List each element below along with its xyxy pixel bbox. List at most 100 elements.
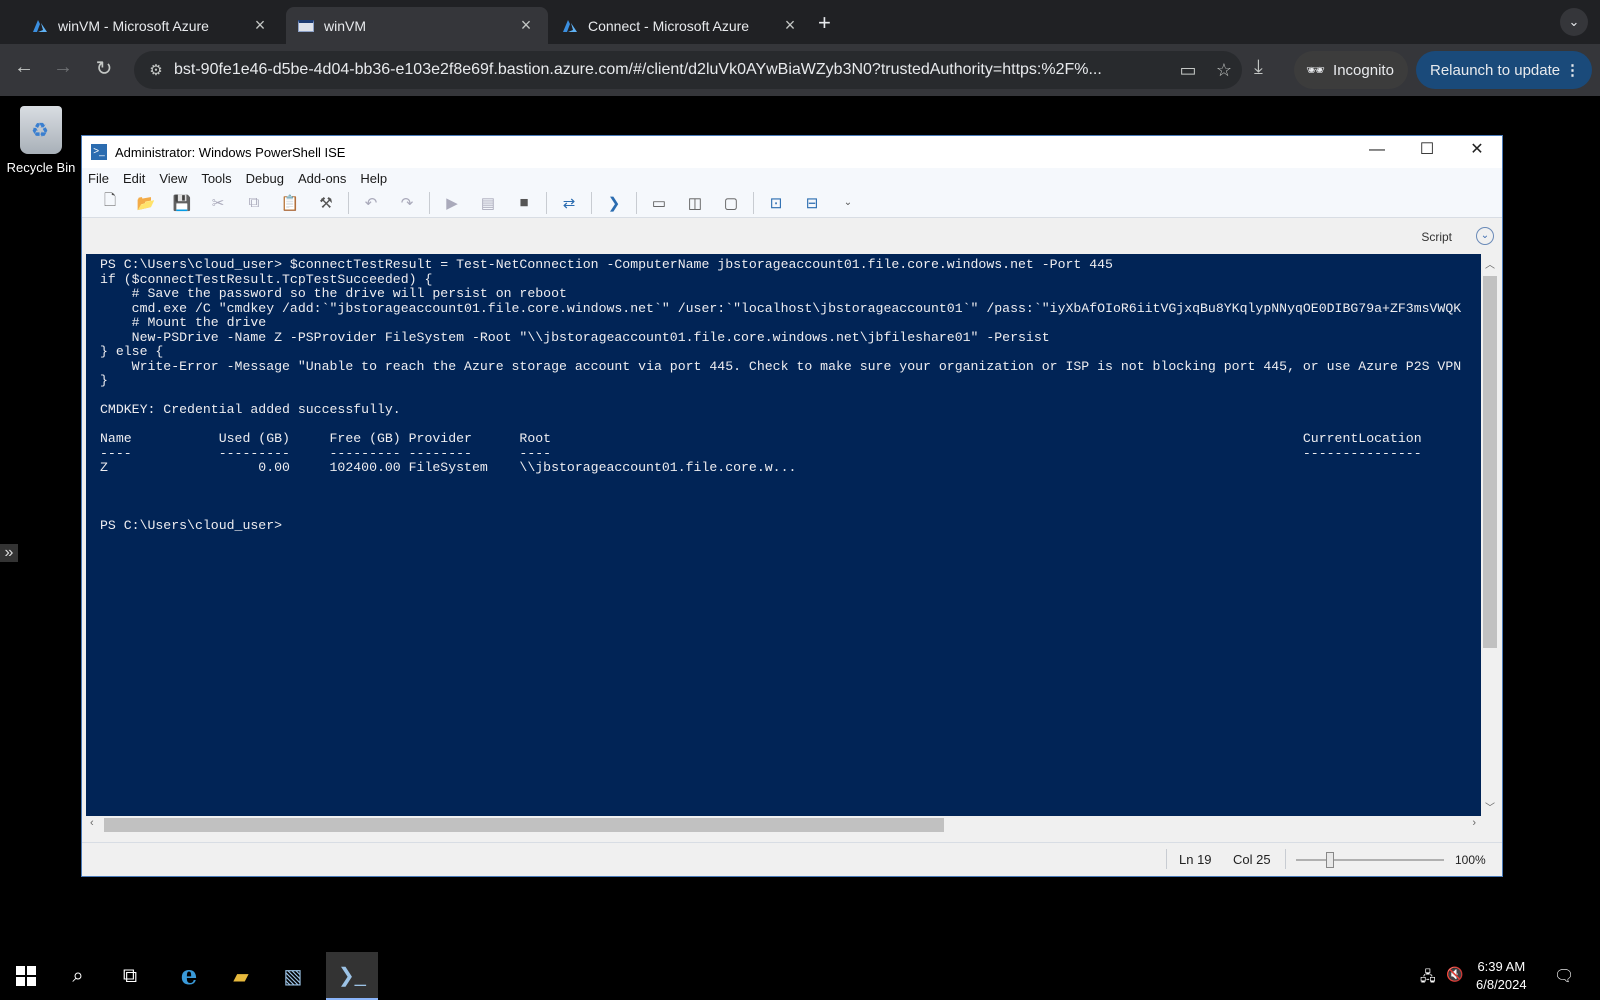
console-output[interactable]: PS C:\Users\cloud_user> $connectTestResu…	[86, 254, 1482, 534]
menu-file[interactable]: File	[88, 171, 109, 186]
menu-help[interactable]: Help	[360, 171, 387, 186]
zoom-slider[interactable]	[1296, 859, 1444, 861]
status-divider	[1166, 849, 1167, 869]
notifications-icon[interactable]: 🗨	[1554, 966, 1574, 986]
script-pane-maximized-icon[interactable]: ▢	[713, 194, 749, 212]
scroll-left-icon[interactable]: ‹	[90, 817, 94, 829]
incognito-indicator[interactable]: 🕶 Incognito	[1294, 51, 1408, 89]
script-pane-top-icon[interactable]: ▭	[641, 194, 677, 212]
column-number: Col 25	[1233, 852, 1271, 867]
internet-explorer-icon[interactable]: e	[163, 952, 215, 1000]
clock-date: 6/8/2024	[1476, 977, 1527, 992]
show-script-pane-icon[interactable]: ⊡	[758, 194, 794, 212]
clock[interactable]: 6:39 AM 6/8/2024	[1476, 958, 1527, 994]
close-icon[interactable]: ×	[780, 15, 800, 36]
close-icon[interactable]: ×	[516, 15, 536, 36]
scroll-down-icon[interactable]: ﹀	[1481, 799, 1499, 814]
file-explorer-icon[interactable]: ▰	[215, 952, 267, 1000]
url-text[interactable]: bst-90fe1e46-d5be-4d04-bb36-e103e2f8e69f…	[174, 61, 1170, 79]
incognito-icon: 🕶	[1306, 62, 1326, 79]
redo-icon[interactable]: ↷	[389, 194, 425, 212]
zoom-slider-thumb[interactable]	[1326, 852, 1334, 868]
script-label: Script	[1421, 230, 1452, 244]
cut-icon[interactable]: ✂	[200, 194, 236, 212]
save-icon[interactable]: 💾	[164, 194, 200, 212]
menu-edit[interactable]: Edit	[123, 171, 145, 186]
server-manager-icon[interactable]: ▧	[267, 952, 319, 1000]
clear-console-icon[interactable]: ⚒	[308, 194, 344, 212]
browser-tab-bar: winVM - Microsoft Azure × winVM × Connec…	[0, 0, 1600, 44]
toolbar-divider	[348, 191, 349, 214]
clipboard-icon[interactable]: ▭	[1170, 60, 1206, 81]
remote-tab-icon[interactable]: ⇄	[551, 194, 587, 212]
open-folder-icon[interactable]: 📂	[128, 194, 164, 212]
scroll-thumb[interactable]	[104, 818, 944, 832]
bookmark-star-icon[interactable]: ☆	[1206, 60, 1242, 81]
scroll-up-icon[interactable]: ︿	[1481, 256, 1499, 271]
toolbar-divider	[636, 191, 637, 214]
bastion-sidebar-toggle-icon[interactable]: »	[0, 544, 18, 562]
chevron-down-icon[interactable]: ⌄	[1476, 227, 1494, 245]
back-arrow-icon[interactable]: ←	[10, 56, 38, 79]
vm-icon	[298, 19, 314, 32]
run-script-icon[interactable]: ▶	[434, 194, 470, 212]
powershell-icon: >_	[91, 144, 107, 160]
relaunch-label: Relaunch to update	[1430, 61, 1561, 79]
toolbar-divider	[591, 191, 592, 214]
site-info-icon[interactable]: ⚙	[138, 61, 174, 79]
task-view-icon[interactable]: ⧉	[104, 952, 156, 1000]
windows-logo-icon	[16, 966, 36, 986]
ise-toolbar: 🗋 📂 💾 ✂ ⧉ 📋 ⚒ ↶ ↷ ▶ ▤ ■ ⇄ ❯ ▭ ◫ ▢ ⊡ ⊟ ⌄	[82, 188, 1502, 218]
network-icon[interactable]: 🖧	[1420, 966, 1436, 990]
horizontal-scrollbar[interactable]: ‹ ›	[86, 816, 1482, 834]
new-tab-button[interactable]: +	[818, 10, 831, 36]
run-selection-icon[interactable]: ▤	[470, 194, 506, 212]
powershell-ise-taskbar-icon[interactable]: ❯_	[326, 952, 378, 1000]
menu-view[interactable]: View	[159, 171, 187, 186]
script-pane-right-icon[interactable]: ◫	[677, 194, 713, 212]
reload-icon[interactable]: ↻	[90, 56, 118, 81]
copy-icon[interactable]: ⧉	[236, 194, 272, 211]
powershell-console-icon[interactable]: ❯	[596, 194, 632, 212]
close-icon[interactable]: ✕	[1452, 136, 1502, 166]
toolbar-divider	[429, 191, 430, 214]
recycle-bin-shortcut[interactable]: Recycle Bin	[6, 106, 76, 175]
minimize-icon[interactable]: —	[1352, 136, 1402, 166]
ise-title-bar[interactable]: >_ Administrator: Windows PowerShell ISE…	[82, 136, 1502, 168]
show-commands-icon[interactable]: ⊟	[794, 194, 830, 212]
tab-search-button[interactable]: ⌄	[1560, 8, 1588, 36]
paste-icon[interactable]: 📋	[272, 194, 308, 212]
vertical-scrollbar[interactable]: ︿ ﹀	[1481, 254, 1499, 816]
windows-taskbar: ⌕ ⧉ e ▰ ▧ ❯_ 🖧 🔇 6:39 AM 6/8/2024 🗨	[0, 952, 1600, 1000]
new-file-icon[interactable]: 🗋	[92, 190, 128, 215]
relaunch-button[interactable]: Relaunch to update ⋮	[1416, 51, 1592, 89]
console-pane[interactable]: PS C:\Users\cloud_user> $connectTestResu…	[86, 254, 1482, 816]
close-icon[interactable]: ×	[250, 15, 270, 36]
clock-time: 6:39 AM	[1477, 959, 1526, 974]
volume-muted-icon[interactable]: 🔇	[1446, 966, 1463, 983]
forward-arrow-icon[interactable]: →	[49, 56, 77, 79]
incognito-label: Incognito	[1333, 61, 1394, 79]
download-icon[interactable]: ⤓	[1254, 56, 1263, 79]
menu-add-ons[interactable]: Add-ons	[298, 171, 346, 186]
undo-icon[interactable]: ↶	[353, 194, 389, 212]
zoom-level: 100%	[1455, 853, 1486, 867]
tab-winvm[interactable]: winVM ×	[286, 7, 548, 44]
browser-toolbar: ← → ↻ ⚙ bst-90fe1e46-d5be-4d04-bb36-e103…	[0, 44, 1600, 96]
tab-winvm-azure[interactable]: winVM - Microsoft Azure ×	[20, 7, 282, 44]
toolbar-divider	[753, 191, 754, 214]
more-menu-icon[interactable]: ⋮	[1565, 61, 1580, 79]
address-bar[interactable]: ⚙ bst-90fe1e46-d5be-4d04-bb36-e103e2f8e6…	[134, 51, 1242, 89]
menu-tools[interactable]: Tools	[201, 171, 231, 186]
scroll-right-icon[interactable]: ›	[1472, 817, 1476, 829]
start-button[interactable]	[0, 952, 52, 1000]
tab-connect-azure[interactable]: Connect - Microsoft Azure ×	[550, 7, 812, 44]
stop-icon[interactable]: ■	[506, 194, 542, 211]
menu-debug[interactable]: Debug	[246, 171, 284, 186]
scroll-thumb[interactable]	[1483, 276, 1497, 648]
search-icon[interactable]: ⌕	[52, 952, 104, 1000]
maximize-icon[interactable]: ☐	[1402, 136, 1452, 166]
recycle-bin-label: Recycle Bin	[6, 160, 76, 175]
toolbar-overflow-icon[interactable]: ⌄	[830, 197, 866, 208]
status-divider	[1285, 849, 1286, 869]
